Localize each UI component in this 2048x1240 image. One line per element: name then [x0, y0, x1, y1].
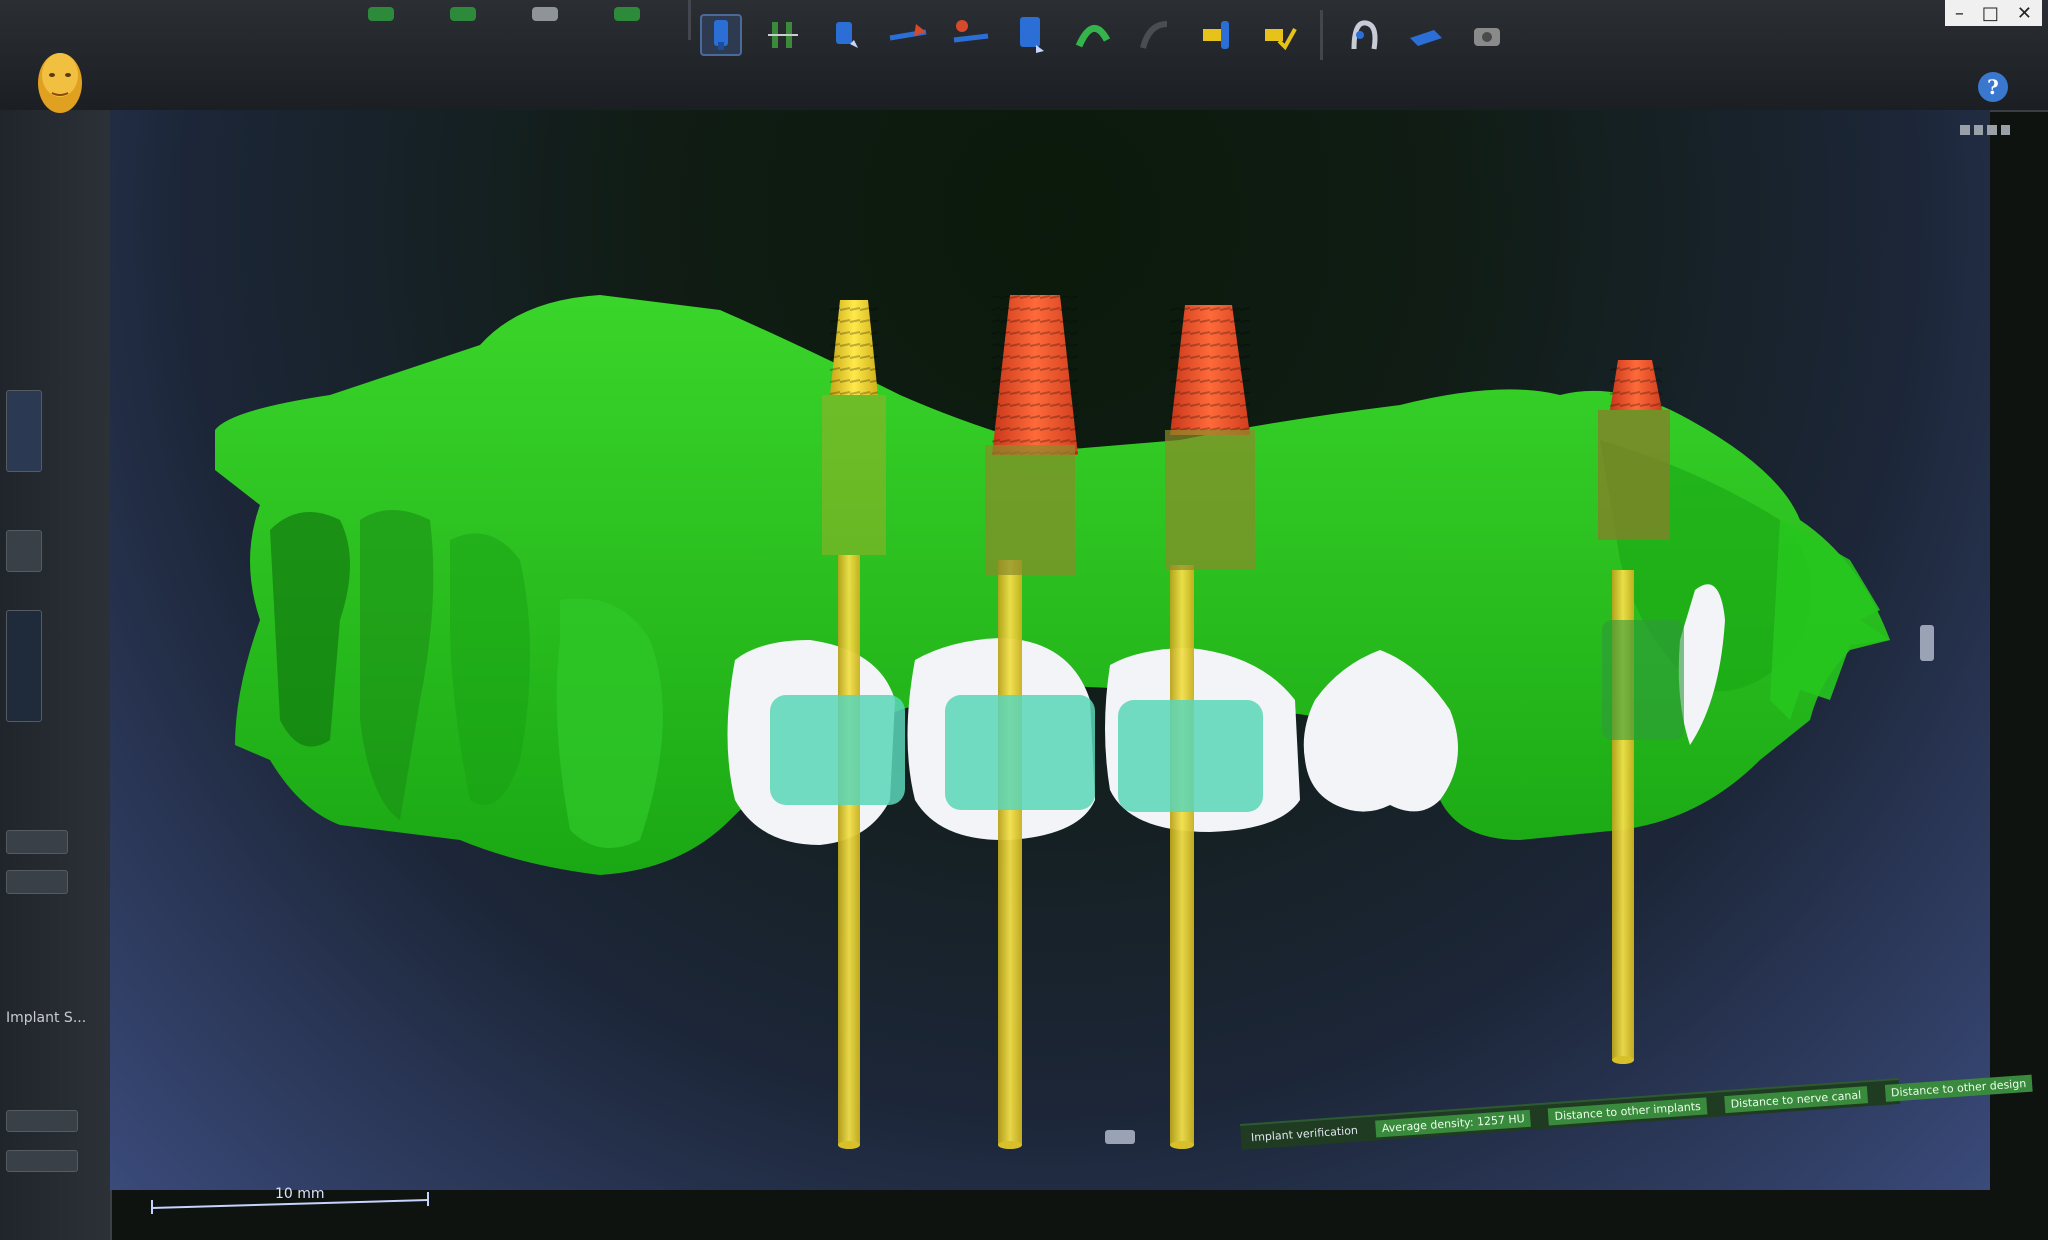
maximize-button[interactable]: □ — [1982, 3, 1999, 24]
tool-a-icon[interactable] — [360, 0, 402, 36]
panel-button[interactable] — [6, 870, 68, 894]
tool-d-icon[interactable] — [606, 0, 648, 36]
viewport-scroll-handle[interactable] — [1920, 625, 1934, 661]
close-button[interactable]: ✕ — [2017, 3, 2032, 24]
implant-measure-icon[interactable] — [948, 14, 990, 56]
panel-label: Implant S... — [6, 1010, 87, 1026]
scale-label: 10 mm — [275, 1186, 325, 1202]
sleeve-1 — [770, 695, 905, 805]
implant-move-icon[interactable] — [886, 14, 928, 56]
panel-tab[interactable] — [6, 390, 42, 472]
model-shadow — [556, 598, 663, 848]
sleeve-3 — [1118, 700, 1263, 812]
layout-button[interactable] — [1960, 125, 1970, 135]
implant-rotate-icon[interactable] — [824, 14, 866, 56]
nerve-icon[interactable] — [1343, 14, 1385, 56]
panel-list[interactable] — [6, 610, 42, 722]
panel-field[interactable] — [6, 1110, 78, 1132]
scan-blue-icon[interactable] — [1405, 14, 1447, 56]
layout-button[interactable] — [1973, 125, 1983, 135]
panel-button[interactable] — [6, 830, 68, 854]
sleeve-2 — [945, 695, 1095, 810]
tool-b-icon[interactable] — [442, 0, 484, 36]
viewport-hscroll-handle[interactable] — [1105, 1130, 1135, 1144]
sleeve-4 — [1602, 620, 1684, 740]
sleeve-checked-icon[interactable] — [1258, 14, 1300, 56]
help-icon[interactable]: ? — [1978, 72, 2008, 102]
3d-viewport[interactable] — [110, 110, 1990, 1190]
sleeve-yellow-icon[interactable] — [1196, 14, 1238, 56]
toolbar-separator — [688, 0, 691, 40]
implant-3[interactable] — [1118, 305, 1263, 1149]
arc-green-icon[interactable] — [1072, 14, 1114, 56]
arc-grey-icon[interactable] — [1134, 14, 1176, 56]
camera-icon[interactable] — [1467, 14, 1509, 56]
orientation-head-icon[interactable] — [30, 45, 90, 125]
layout-button[interactable] — [2000, 125, 2010, 135]
toolbar-separator — [1320, 10, 1323, 60]
left-panel: Implant S... — [0, 110, 112, 1240]
layout-button[interactable] — [1987, 125, 1997, 135]
application-window: – □ ✕ Implant S... ? Implant verificatio… — [0, 0, 2048, 1240]
implant-parallel-icon[interactable] — [762, 14, 804, 56]
viewport-layout-buttons[interactable] — [1960, 125, 2010, 143]
implant-position-icon[interactable] — [700, 14, 742, 56]
panel-field[interactable] — [6, 1150, 78, 1172]
status-item: Implant verification — [1250, 1123, 1359, 1144]
implant-cube-icon[interactable] — [1010, 14, 1052, 56]
minimize-button[interactable]: – — [1955, 3, 1964, 24]
window-controls: – □ ✕ — [1944, 0, 2042, 26]
main-toolbar: – □ ✕ — [0, 0, 2048, 112]
3d-scene[interactable] — [110, 110, 1990, 1190]
tool-c-icon[interactable] — [524, 0, 566, 36]
panel-tab[interactable] — [6, 530, 42, 572]
